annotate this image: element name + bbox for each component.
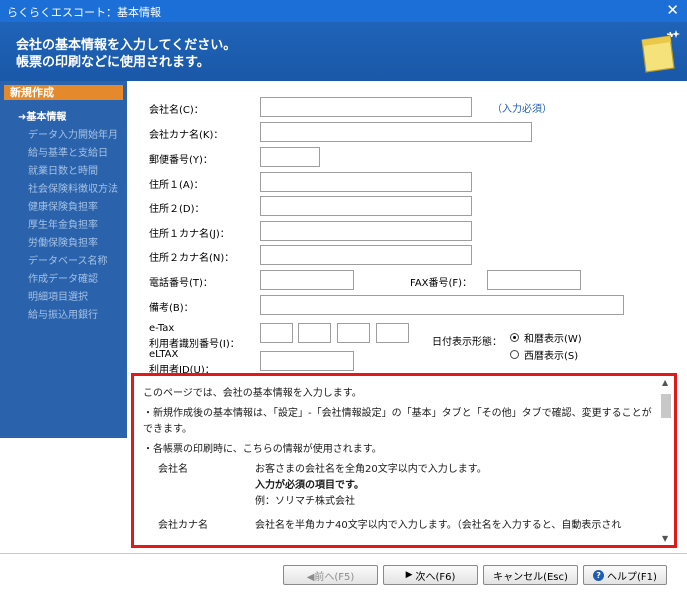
etax-id-input-2[interactable]: [298, 323, 331, 343]
help-row-line: お客さまの会社名を全角20文字以内で入力します。: [255, 464, 487, 475]
phone-label: 電話番号(T)：: [149, 278, 213, 289]
eltax-label: eLTAX: [149, 349, 179, 360]
help-row-company-name: 会社名 お客さまの会社名を全角20文字以内で入力します。 入力が必須の項目です。…: [143, 462, 653, 510]
date-format-label: 日付表示形態：: [432, 337, 502, 348]
date-format-wareki-radio[interactable]: 和暦表示(W): [510, 330, 582, 345]
address2-label: 住所２(D)：: [149, 204, 205, 215]
sidebar-item-working-days[interactable]: 就業日数と時間: [28, 162, 98, 177]
company-name-label: 会社名(C)：: [149, 105, 204, 116]
cancel-button[interactable]: キャンセル(Esc): [483, 565, 578, 585]
help-pane: このページでは、会社の基本情報を入力します。 ・新規作成後の基本情報は、「設定」…: [131, 373, 677, 548]
phone-input[interactable]: [260, 270, 354, 290]
header-banner: 会社の基本情報を入力してください。 帳票の印刷などに使用されます。: [0, 22, 687, 81]
sidebar: 新規作成 ➜基本情報 データ入力開始年月 給与基準と支給日 就業日数と時間 社会…: [0, 81, 127, 438]
next-button[interactable]: ▶ 次へ(F6): [383, 565, 478, 585]
company-kana-input[interactable]: [260, 122, 532, 142]
next-button-label: 次へ(F6): [415, 571, 456, 583]
help-row-line: 会社名を半角カナ40文字以内で入力します。（会社名を入力すると、自動表示され: [255, 520, 622, 531]
banner-line-2: 帳票の印刷などに使用されます。: [16, 55, 210, 70]
radio-unselected-icon: [510, 350, 519, 359]
help-row-example: 例：ソリマチ株式会社: [255, 496, 355, 507]
etax-label: e-Tax: [149, 323, 175, 334]
company-kana-label: 会社カナ名(K)：: [149, 130, 224, 141]
address1-input[interactable]: [260, 172, 472, 192]
sidebar-item-pension[interactable]: 厚生年金負担率: [28, 216, 98, 231]
sidebar-item-health-insurance[interactable]: 健康保険負担率: [28, 198, 98, 213]
window-title: らくらくエスコート：基本情報: [7, 6, 161, 19]
sidebar-item-social-insurance[interactable]: 社会保険料徴収方法: [28, 180, 118, 195]
eltax-id-input[interactable]: [260, 351, 354, 371]
sidebar-item-salary-basis[interactable]: 給与基準と支給日: [28, 144, 108, 159]
footer-divider: [0, 553, 687, 554]
address2-kana-label: 住所２カナ名(N)：: [149, 253, 235, 264]
required-note: （入力必須）: [492, 104, 552, 115]
help-button[interactable]: ? ヘルプ(F1): [583, 565, 667, 585]
cancel-button-label: キャンセル(Esc): [493, 571, 568, 583]
close-icon[interactable]: ✕: [666, 2, 679, 18]
radio-label: 西暦表示(S): [524, 351, 579, 362]
help-icon: ?: [593, 569, 605, 581]
fax-input[interactable]: [487, 270, 581, 290]
sidebar-item-bank[interactable]: 給与振込用銀行: [28, 306, 98, 321]
prev-button-label: ◀前へ(F5): [306, 571, 355, 583]
scroll-down-icon[interactable]: ▼: [662, 534, 668, 543]
date-format-seireki-radio[interactable]: 西暦表示(S): [510, 347, 578, 362]
sidebar-section-title: 新規作成: [4, 85, 123, 100]
sidebar-item-confirm-data[interactable]: 作成データ確認: [28, 270, 98, 285]
etax-id-label: 利用者識別番号(I)：: [149, 339, 240, 350]
sidebar-item-basic-info[interactable]: ➜基本情報: [18, 108, 66, 123]
help-button-label: ヘルプ(F1): [607, 571, 657, 583]
help-scrollbar[interactable]: ▲ ▼: [660, 378, 672, 543]
memo-label: 備考(B)：: [149, 303, 194, 314]
radio-selected-icon: [510, 333, 519, 342]
help-row-line-bold: 入力が必須の項目です。: [255, 480, 364, 491]
help-bullet-1: ・新規作成後の基本情報は、「設定」-「会社情報設定」の「基本」タブと「その他」タ…: [143, 408, 652, 435]
postal-input[interactable]: [260, 147, 320, 167]
address1-kana-input[interactable]: [260, 221, 472, 241]
etax-id-input-4[interactable]: [376, 323, 409, 343]
address2-kana-input[interactable]: [260, 245, 472, 265]
sidebar-item-label: 基本情報: [26, 112, 67, 123]
help-row-company-kana: 会社カナ名 会社名を半角カナ40文字以内で入力します。（会社名を入力すると、自動…: [143, 518, 653, 534]
prev-button[interactable]: ◀前へ(F5): [283, 565, 378, 585]
scroll-thumb[interactable]: [661, 394, 671, 418]
notepad-icon: [641, 30, 680, 73]
sidebar-item-start-month[interactable]: データ入力開始年月: [28, 126, 118, 141]
scroll-up-icon[interactable]: ▲: [662, 378, 668, 387]
play-icon: ▶: [405, 570, 413, 580]
etax-id-input-1[interactable]: [260, 323, 293, 343]
address1-kana-label: 住所１カナ名(J)：: [149, 229, 230, 240]
fax-label: FAX番号(F)：: [410, 278, 473, 289]
help-bullet-2: ・各帳票の印刷時に、こちらの情報が使用されます。: [143, 444, 382, 455]
title-bar: らくらくエスコート：基本情報 ✕: [0, 0, 687, 22]
help-row-key: 会社カナ名: [158, 520, 208, 531]
help-intro: このページでは、会社の基本情報を入力します。: [143, 388, 362, 399]
postal-label: 郵便番号(Y)：: [149, 155, 213, 166]
address2-input[interactable]: [260, 196, 472, 216]
address1-label: 住所１(A)：: [149, 180, 204, 191]
help-row-key: 会社名: [158, 464, 188, 475]
etax-id-input-3[interactable]: [337, 323, 370, 343]
memo-input[interactable]: [260, 295, 624, 315]
radio-label: 和暦表示(W): [524, 334, 582, 345]
company-name-input[interactable]: [260, 97, 472, 117]
sidebar-item-database-name[interactable]: データベース名称: [28, 252, 108, 267]
sidebar-item-detail-items[interactable]: 明細項目選択: [28, 288, 88, 303]
sidebar-item-labor-insurance[interactable]: 労働保険負担率: [28, 234, 98, 249]
